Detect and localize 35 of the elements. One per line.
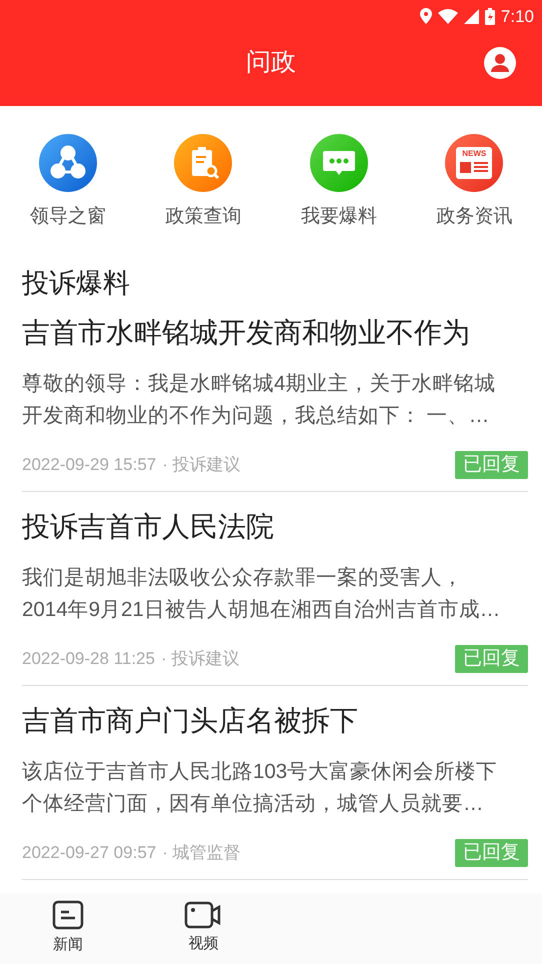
post-excerpt: 我们是胡旭非法吸收公众存款罪一案的受害人，2014年9月21日被告人胡旭在湘西自治州吉首市成… (22, 565, 502, 623)
document-icon (52, 900, 84, 930)
shortcut-label[interactable]: 政策查询 (165, 205, 242, 229)
nav-tab[interactable]: 新闻 (0, 893, 136, 964)
status-tag: 已回复 (455, 839, 528, 867)
post-excerpt: 该店位于吉首市人民北路103号大富豪休闲会所楼下个体经营门面，因有单位搞活动，城管人员就要… (22, 759, 498, 817)
newspaper-icon[interactable]: NEWS (445, 134, 504, 192)
post-title[interactable]: 吉首市水畔铭城开发商和物业不作为 (22, 316, 528, 350)
nav-tab[interactable]: 视频 (136, 893, 271, 964)
post-category: · 投诉建议 (160, 648, 240, 670)
wifi-icon (438, 8, 458, 24)
post-category: · 城管监督 (162, 842, 241, 864)
location-icon (420, 8, 432, 24)
post-date: 2022-09-28 11:25 (22, 648, 155, 670)
post-category: · 投诉建议 (162, 454, 241, 476)
shortcut-label[interactable]: 我要爆料 (300, 205, 377, 229)
shortcut-label[interactable]: 政务资讯 (436, 205, 512, 229)
post-date: 2022-09-29 15:57 (22, 454, 156, 476)
battery-icon (484, 8, 495, 24)
status-time: 7:10 (500, 8, 534, 24)
section-title: 投诉爆料 (22, 268, 131, 298)
post-date: 2022-09-27 09:57 (22, 842, 156, 864)
user-icon[interactable] (484, 47, 516, 79)
people-circle-icon[interactable] (38, 134, 97, 192)
status-tag: 已回复 (455, 451, 528, 479)
header-title: 问政 (246, 47, 296, 78)
chat-bubble-icon[interactable] (310, 134, 368, 192)
shortcut-label[interactable]: 领导之窗 (30, 205, 106, 229)
clipboard-search-icon[interactable] (174, 134, 232, 192)
post-excerpt: 尊敬的领导：我是水畔铭城4期业主，关于水畔铭城开发商和物业的不作为问题，我总结如下： 一、… (22, 371, 496, 429)
post-title[interactable]: 吉首市商户门头店名被拆下 (22, 704, 528, 738)
video-camera-icon (184, 901, 222, 930)
post-title[interactable]: 投诉吉首市人民法院 (22, 510, 528, 544)
status-tag: 已回复 (455, 645, 528, 673)
signal-icon (464, 8, 479, 24)
